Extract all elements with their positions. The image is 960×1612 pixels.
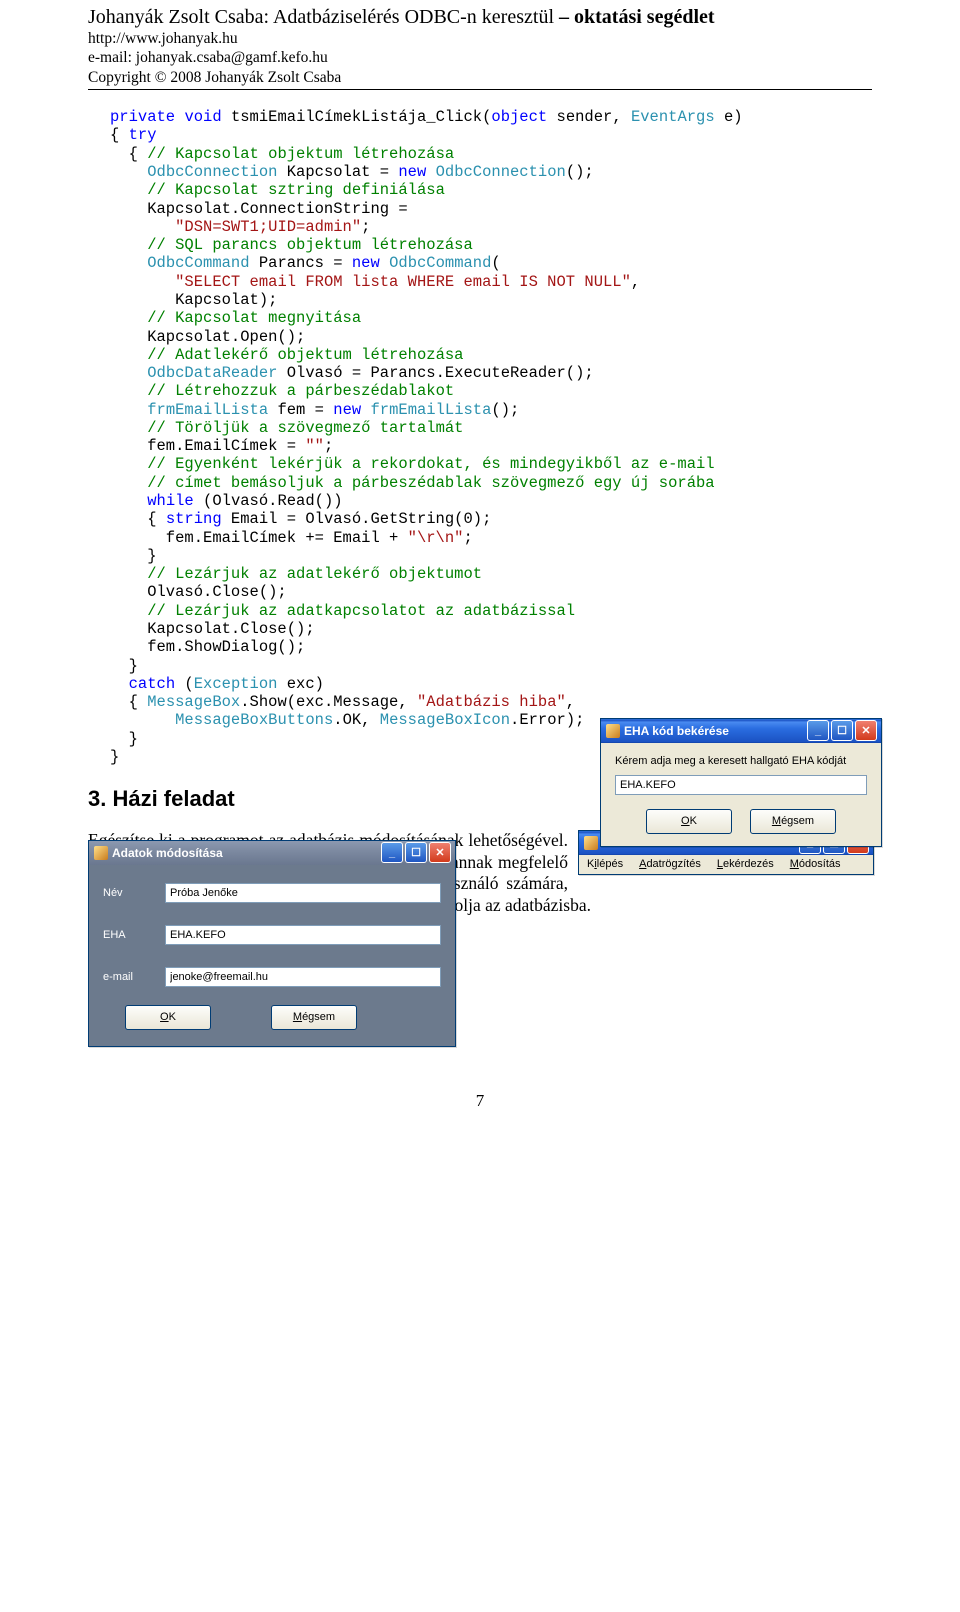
ok-button[interactable]: OK <box>646 809 732 834</box>
page-number: 7 <box>88 1091 872 1111</box>
name-input[interactable] <box>165 883 441 903</box>
page-header: Johanyák Zsolt Csaba: Adatbáziselérés OD… <box>88 6 872 90</box>
close-button[interactable]: ✕ <box>855 720 877 741</box>
header-site: http://www.johanyak.hu <box>88 29 872 48</box>
cancel-button[interactable]: Mégsem <box>271 1005 357 1030</box>
eha-label: Kérem adja meg a keresett hallgató EHA k… <box>615 755 867 767</box>
close-button[interactable]: ✕ <box>429 842 451 863</box>
cancel-button[interactable]: Mégsem <box>750 809 836 834</box>
app-icon <box>94 846 108 860</box>
header-email: e-mail: johanyak.csaba@gamf.kefo.hu <box>88 48 872 67</box>
label-name: Név <box>103 887 165 899</box>
header-title-suffix: – oktatási segédlet <box>559 6 715 28</box>
code-listing: private void tsmiEmailCímekListája_Click… <box>110 108 872 766</box>
label-eha: EHA <box>103 929 165 941</box>
header-title-prefix: Johanyák Zsolt Csaba: Adatbáziselérés OD… <box>88 6 554 28</box>
minimize-button[interactable]: _ <box>807 720 829 741</box>
titlebar-eha[interactable]: EHA kód bekérése _ ☐ ✕ <box>601 719 881 743</box>
label-email: e-mail <box>103 971 165 983</box>
window-eha-prompt: EHA kód bekérése _ ☐ ✕ Kérem adja meg a … <box>600 718 882 847</box>
maximize-button[interactable]: ☐ <box>405 842 427 863</box>
eha-input[interactable] <box>165 925 441 945</box>
titlebar-modify[interactable]: Adatok módosítása _ ☐ ✕ <box>89 841 455 865</box>
eha-code-input[interactable] <box>615 775 867 795</box>
app-icon <box>606 724 620 738</box>
title-eha: EHA kód bekérése <box>624 724 807 738</box>
window-modify: Adatok módosítása _ ☐ ✕ Név EHA e-mail <box>88 840 456 1047</box>
windows-cluster: EHA kód bekérése _ ☐ ✕ Kérem adja meg a … <box>88 840 872 1047</box>
ok-button[interactable]: OK <box>125 1005 211 1030</box>
minimize-button[interactable]: _ <box>381 842 403 863</box>
maximize-button[interactable]: ☐ <box>831 720 853 741</box>
header-copyright: Copyright © 2008 Johanyák Zsolt Csaba <box>88 68 872 87</box>
email-input[interactable] <box>165 967 441 987</box>
title-modify: Adatok módosítása <box>112 846 381 860</box>
